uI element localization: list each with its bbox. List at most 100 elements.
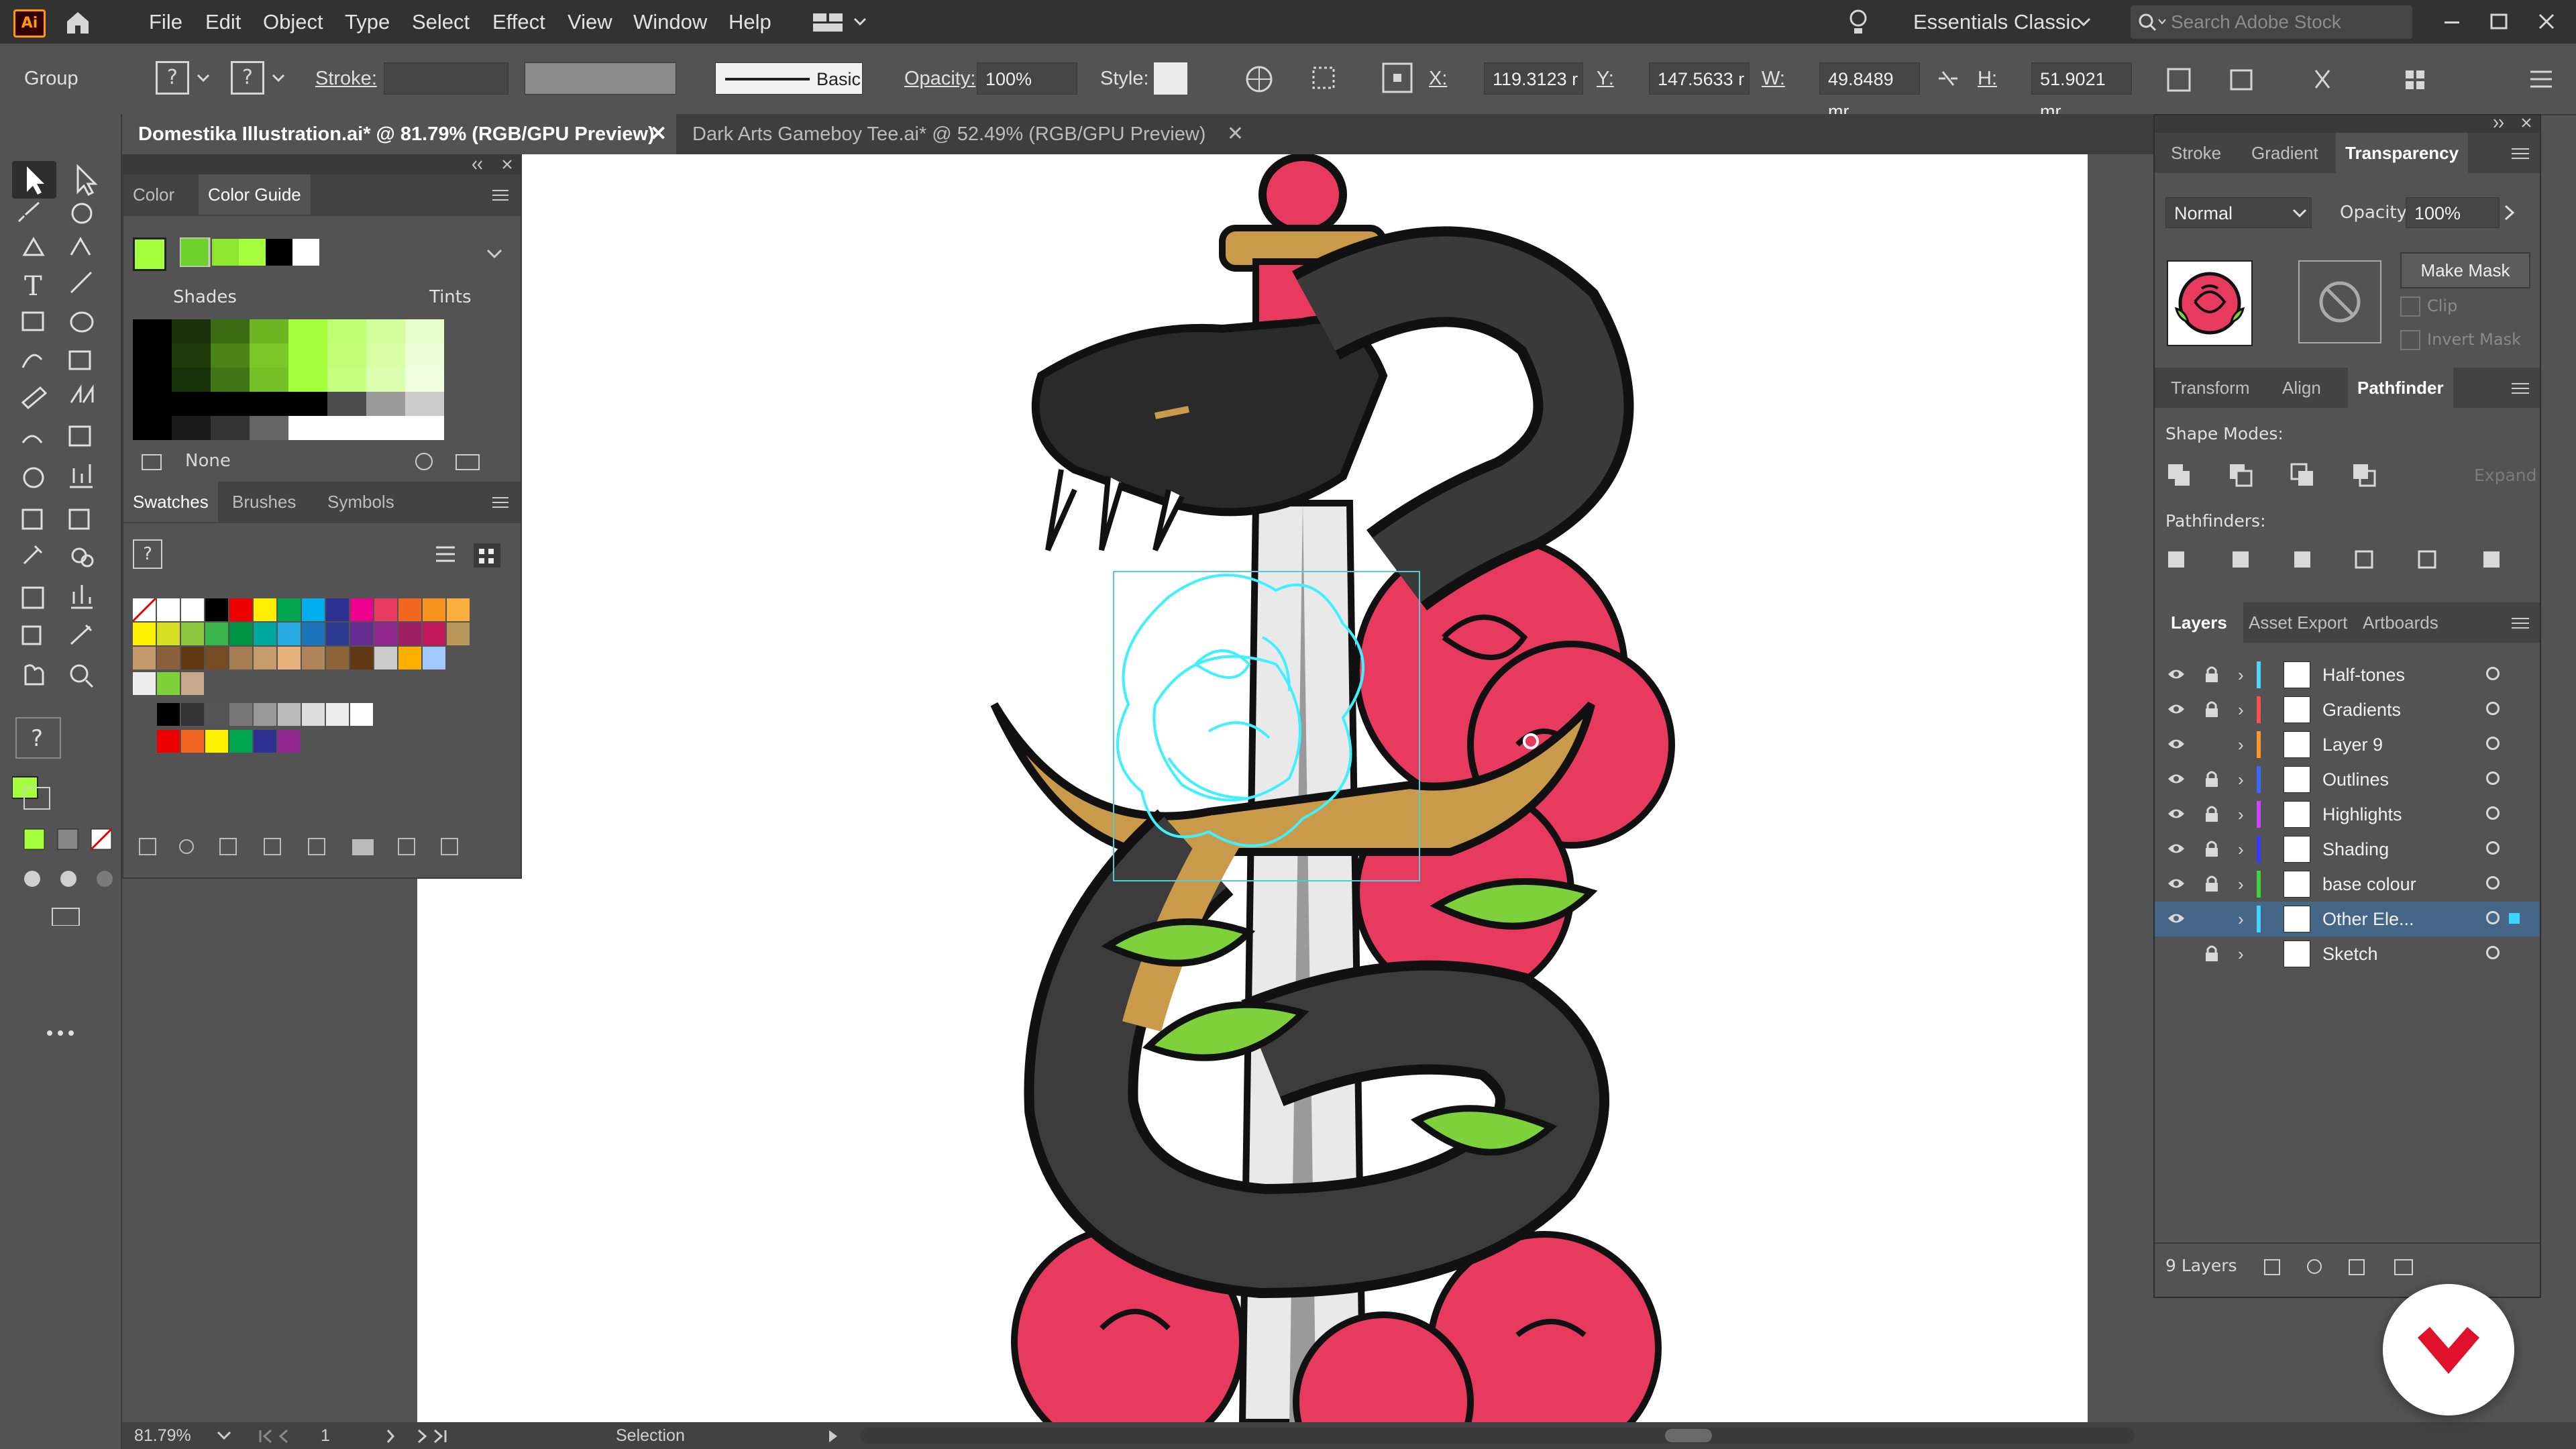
stock-search-input[interactable]: Search Adobe Stock [2131, 5, 2412, 39]
lock-icon[interactable] [2204, 666, 2219, 684]
lock-icon[interactable] [2204, 701, 2219, 718]
menu-edit[interactable]: Edit [205, 0, 241, 44]
tab-pathfinder[interactable]: Pathfinder [2348, 368, 2453, 408]
lock-icon[interactable] [2204, 875, 2219, 893]
visibility-eye-icon[interactable] [2167, 806, 2186, 821]
base-color-swatch[interactable] [133, 237, 166, 271]
chevron-right-icon[interactable] [2502, 204, 2517, 221]
home-icon[interactable] [64, 9, 91, 35]
clip-checkbox[interactable] [2400, 297, 2420, 317]
expand-chevron-icon[interactable]: › [2238, 762, 2244, 797]
layer-row-sketch[interactable]: › Sketch [2155, 936, 2540, 971]
artboard-prev-nav[interactable] [256, 1428, 310, 1445]
swatch-grid[interactable] [133, 598, 475, 753]
layer-row-layer-9[interactable]: › Layer 9 [2155, 727, 2540, 762]
layer-target-icon[interactable] [2486, 946, 2500, 959]
recolor-artwork-icon[interactable] [1244, 64, 1275, 95]
constrain-proportions-icon[interactable] [1936, 68, 1960, 89]
selected-art-indicator[interactable] [2509, 913, 2520, 924]
panel-menu-icon[interactable] [2528, 68, 2555, 91]
artboard-next-nav[interactable] [384, 1428, 458, 1445]
menu-effect[interactable]: Effect [492, 0, 545, 44]
expand-chevron-icon[interactable]: › [2238, 936, 2244, 971]
transparency-opacity-field[interactable]: 100% [2406, 197, 2500, 228]
height-label[interactable]: H: [1978, 44, 1997, 114]
make-mask-button[interactable]: Make Mask [2400, 252, 2530, 288]
layer-target-icon[interactable] [2486, 806, 2500, 820]
lightbulb-icon[interactable] [1846, 8, 1870, 36]
lock-icon[interactable] [2204, 771, 2219, 788]
panel-menu-icon[interactable] [491, 188, 510, 203]
expand-chevron-icon[interactable]: › [2238, 832, 2244, 867]
opacity-field[interactable]: 100% [977, 62, 1077, 95]
layer-target-icon[interactable] [2486, 911, 2500, 924]
illustration-snake-dagger-roses[interactable] [793, 154, 2068, 1422]
visibility-eye-icon[interactable] [2167, 667, 2186, 682]
reference-point-icon[interactable] [1381, 61, 1414, 95]
tab-dark-arts-gameboy[interactable]: Dark Arts Gameboy Tee.ai* @ 52.49% (RGB/… [676, 114, 1253, 154]
tab-stroke[interactable]: Stroke [2171, 133, 2221, 173]
stroke-swatch[interactable]: ? [231, 61, 264, 95]
panel-menu-icon[interactable] [2510, 381, 2530, 396]
height-field[interactable]: 51.9021 mr [2031, 62, 2132, 121]
tab-artboards[interactable]: Artboards [2363, 602, 2438, 643]
layer-target-icon[interactable] [2486, 737, 2500, 750]
layer-row-outlines[interactable]: › Outlines [2155, 762, 2540, 797]
panel-collapse-close[interactable] [2490, 117, 2537, 131]
chevron-down-icon[interactable] [486, 248, 503, 260]
layer-target-icon[interactable] [2486, 702, 2500, 715]
visibility-eye-icon[interactable] [2167, 702, 2186, 716]
layer-target-icon[interactable] [2486, 876, 2500, 890]
tab-transparency[interactable]: Transparency [2336, 133, 2469, 173]
color-guide-actions[interactable] [412, 449, 492, 474]
menu-file[interactable]: File [149, 0, 182, 44]
chevron-down-icon[interactable] [271, 73, 286, 84]
y-position-field[interactable]: 147.5633 r [1649, 62, 1750, 95]
menu-window[interactable]: Window [633, 0, 707, 44]
layer-row-shading[interactable]: › Shading [2155, 832, 2540, 867]
pathfinder-buttons[interactable] [2165, 547, 2528, 578]
expand-chevron-icon[interactable]: › [2238, 657, 2244, 692]
lock-icon[interactable] [2204, 806, 2219, 823]
selection-tool[interactable] [12, 161, 56, 199]
visibility-eye-icon[interactable] [2167, 771, 2186, 786]
invert-mask-checkbox[interactable] [2400, 330, 2420, 350]
layer-row-highlights[interactable]: › Highlights [2155, 797, 2540, 832]
expand-button[interactable]: Expand [2474, 466, 2537, 485]
layer-row-other-elements[interactable]: › Other Ele... [2155, 902, 2540, 936]
brush-definition-dropdown[interactable]: Basic [715, 62, 863, 95]
expand-chevron-icon[interactable]: › [2238, 867, 2244, 902]
zoom-level[interactable]: 81.79% [134, 1426, 191, 1446]
stroke-weight-field[interactable] [384, 62, 508, 95]
status-menu-arrow[interactable] [822, 1428, 849, 1445]
opacity-label[interactable]: Opacity: [904, 44, 975, 114]
swatches-footer-actions[interactable] [133, 833, 508, 863]
chevron-down-icon[interactable] [216, 1430, 232, 1441]
tab-brushes[interactable]: Brushes [223, 482, 305, 522]
variable-width-profile[interactable] [525, 62, 676, 95]
horizontal-scrollbar[interactable] [860, 1428, 2135, 1444]
layer-target-icon[interactable] [2486, 841, 2500, 855]
expand-chevron-icon[interactable]: › [2238, 727, 2244, 762]
window-controls[interactable] [2442, 12, 2576, 32]
direct-selection-tool[interactable] [63, 161, 107, 199]
lock-icon[interactable] [2204, 945, 2219, 963]
align-to-selection-icon[interactable] [1311, 64, 1348, 95]
shape-mode-buttons[interactable] [2165, 460, 2387, 491]
shades-tints-grid[interactable] [133, 319, 488, 441]
expand-chevron-icon[interactable]: › [2238, 902, 2244, 936]
panel-menu-icon[interactable] [491, 495, 510, 510]
chevron-down-icon[interactable] [2076, 16, 2092, 28]
tab-gradient[interactable]: Gradient [2251, 133, 2318, 173]
fill-swatch[interactable]: ? [156, 61, 189, 95]
fill-stroke-indicator[interactable]: ? [133, 539, 162, 569]
layers-footer-actions[interactable] [2249, 1253, 2517, 1280]
tab-transform[interactable]: Transform [2171, 368, 2250, 408]
blend-mode-dropdown[interactable]: Normal [2165, 197, 2312, 228]
graphic-style-swatch[interactable] [1154, 62, 1187, 95]
tab-color[interactable]: Color [123, 174, 184, 215]
layer-row-base-colour[interactable]: › base colour [2155, 867, 2540, 902]
arrange-documents-icon[interactable] [812, 11, 872, 34]
width-label[interactable]: W: [1762, 44, 1785, 114]
layer-target-icon[interactable] [2486, 667, 2500, 680]
